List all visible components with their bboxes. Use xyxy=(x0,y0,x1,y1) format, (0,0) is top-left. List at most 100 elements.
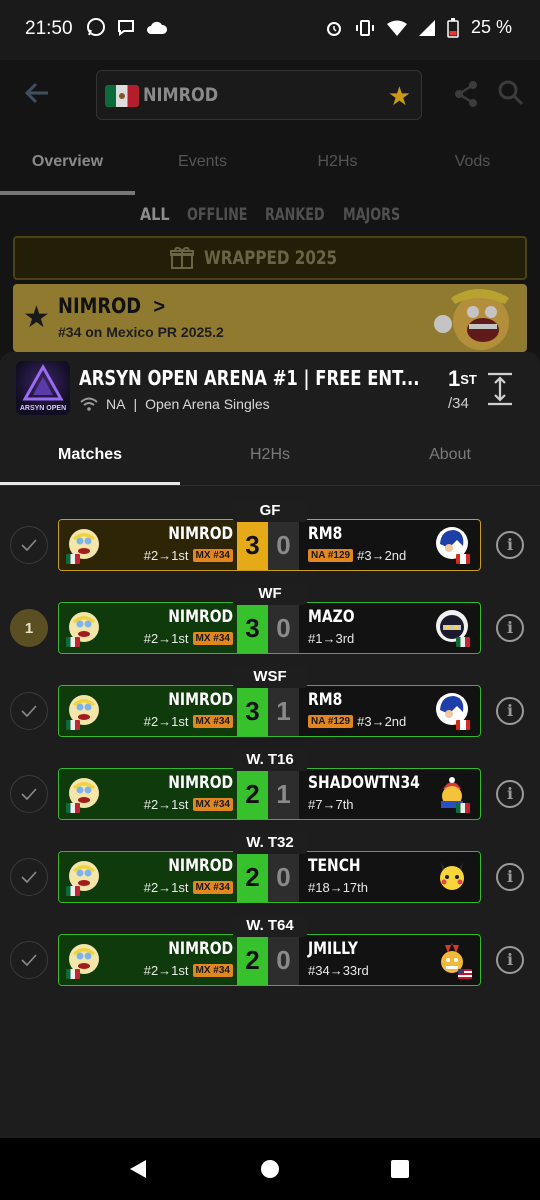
check-icon xyxy=(21,539,37,551)
search-icon[interactable] xyxy=(498,80,524,106)
tab-h2hs[interactable]: H2Hs xyxy=(270,153,405,171)
tab-overview[interactable]: Overview xyxy=(0,153,135,171)
expand-icon[interactable] xyxy=(487,372,513,406)
opponent-seed: NA #129 #3→2nd xyxy=(308,714,406,729)
match-status-indicator[interactable] xyxy=(10,858,48,896)
filter-all[interactable]: ALL xyxy=(140,205,170,225)
tab-events[interactable]: Events xyxy=(135,153,270,171)
player-flag-icon xyxy=(66,886,80,896)
status-bar: 21:50 25 % xyxy=(0,0,540,60)
opponent-name: SHADOWTN34 xyxy=(308,773,420,793)
info-icon[interactable]: i xyxy=(496,780,524,808)
match-row[interactable]: W. T32 NIMROD #2→1st MX #34 2 0 TENCH #1… xyxy=(0,832,540,903)
opponent-name: MAZO xyxy=(308,607,355,627)
share-icon[interactable] xyxy=(452,80,480,108)
favorite-star-icon[interactable]: ★ xyxy=(388,83,411,109)
match-card[interactable]: NIMROD #2→1st MX #34 2 1 SHADOWTN34 #7→7… xyxy=(58,768,481,820)
separator: | xyxy=(133,396,138,412)
sheet-tabs: Matches H2Hs About xyxy=(0,432,540,488)
alarm-icon xyxy=(326,21,341,36)
info-icon[interactable]: i xyxy=(496,614,524,642)
opponent-name: RM8 xyxy=(308,524,343,544)
character-portrait xyxy=(434,289,509,350)
whatsapp-icon xyxy=(87,18,105,36)
sheet-tab-indicator xyxy=(0,482,180,485)
match-card[interactable]: NIMROD #2→1st MX #34 3 0 MAZO #1→3rd xyxy=(58,602,481,654)
recents-nav-icon[interactable] xyxy=(390,1159,410,1179)
match-row[interactable]: GF NIMROD #2→1st MX #34 3 0 RM8 NA #129 xyxy=(0,500,540,571)
tab-vods[interactable]: Vods xyxy=(405,153,540,171)
tab-sheet-h2hs[interactable]: H2Hs xyxy=(180,446,360,464)
player-rank-badge: MX #34 xyxy=(192,798,233,811)
player-search-field[interactable]: NIMROD ★ xyxy=(96,70,422,120)
opponent-seed: NA #129 #3→2nd xyxy=(308,548,406,563)
opponent-flag-icon xyxy=(456,803,470,813)
opponent-score: 1 xyxy=(268,686,299,736)
player-flag-icon xyxy=(66,803,80,813)
player-side: NIMROD #2→1st MX #34 xyxy=(59,603,237,653)
match-card[interactable]: NIMROD #2→1st MX #34 2 0 JMILLY #34→33rd xyxy=(58,934,481,986)
match-card[interactable]: NIMROD #2→1st MX #34 2 0 TENCH #18→17th xyxy=(58,851,481,903)
player-seed: #2→1st MX #34 xyxy=(144,631,233,646)
match-row[interactable]: WF 1 NIMROD #2→1st MX #34 3 0 MAZO #1→3r… xyxy=(0,583,540,654)
opponent-name: TENCH xyxy=(308,856,361,876)
wrapped-banner[interactable]: WRAPPED 2025 xyxy=(13,236,527,280)
notification-icons xyxy=(86,17,168,37)
player-card[interactable]: ★ NIMROD > #34 on Mexico PR 2025.2 xyxy=(13,284,527,352)
mexico-flag-icon xyxy=(105,85,139,107)
filter-ranked[interactable]: RANKED xyxy=(265,205,325,225)
player-name-header: NIMROD xyxy=(143,84,219,106)
player-flag-icon xyxy=(66,637,80,647)
opponent-name: RM8 xyxy=(308,690,343,710)
player-seed: #2→1st MX #34 xyxy=(144,548,233,563)
opponent-score: 0 xyxy=(268,935,299,985)
round-label: WSF xyxy=(233,666,307,688)
player-page-background: NIMROD ★ Overview Events H2Hs Vods ALL O… xyxy=(0,60,540,360)
match-card[interactable]: NIMROD #2→1st MX #34 3 0 RM8 NA #129 #3→… xyxy=(58,519,481,571)
wrapped-label: WRAPPED 2025 xyxy=(203,247,337,269)
chevron-right-icon: > xyxy=(153,296,165,318)
check-icon xyxy=(21,871,37,883)
player-name: NIMROD xyxy=(168,773,233,793)
filter-offline[interactable]: OFFLINE xyxy=(187,205,248,225)
info-icon[interactable]: i xyxy=(496,946,524,974)
tab-about[interactable]: About xyxy=(360,446,540,464)
filter-majors[interactable]: MAJORS xyxy=(343,205,400,225)
opponent-seed: #7→7th xyxy=(308,797,354,812)
back-arrow-icon[interactable] xyxy=(22,78,52,108)
match-card[interactable]: NIMROD #2→1st MX #34 3 1 RM8 NA #129 #3→… xyxy=(58,685,481,737)
back-nav-icon[interactable] xyxy=(128,1159,148,1179)
match-row[interactable]: W. T64 NIMROD #2→1st MX #34 2 0 JMILLY #… xyxy=(0,915,540,986)
home-nav-icon[interactable] xyxy=(260,1159,280,1179)
tab-matches[interactable]: Matches xyxy=(0,446,180,464)
match-status-indicator[interactable] xyxy=(10,692,48,730)
info-icon[interactable]: i xyxy=(496,863,524,891)
match-status-indicator[interactable]: 1 xyxy=(10,609,48,647)
match-row[interactable]: W. T16 NIMROD #2→1st MX #34 2 1 SHADOWTN… xyxy=(0,749,540,820)
match-status-indicator[interactable] xyxy=(10,941,48,979)
match-status-indicator[interactable] xyxy=(10,775,48,813)
check-icon xyxy=(21,705,37,717)
match-row[interactable]: WSF NIMROD #2→1st MX #34 3 1 RM8 NA #129 xyxy=(0,666,540,737)
match-status-indicator[interactable] xyxy=(10,526,48,564)
battery-percent: 25 % xyxy=(470,17,512,37)
battery-icon xyxy=(447,17,459,38)
tournament-subtitle: NA | Open Arena Singles xyxy=(80,396,270,412)
opponent-flag-icon xyxy=(456,637,470,647)
main-tabs: Overview Events H2Hs Vods xyxy=(0,135,540,195)
player-score: 2 xyxy=(237,935,268,985)
player-score: 3 xyxy=(237,520,268,570)
player-name: NIMROD xyxy=(168,856,233,876)
player-seed: #2→1st MX #34 xyxy=(144,714,233,729)
player-score: 2 xyxy=(237,769,268,819)
opponent-rank-badge: NA #129 xyxy=(308,549,354,562)
system-nav-bar xyxy=(0,1138,540,1200)
player-side: NIMROD #2→1st MX #34 xyxy=(59,769,237,819)
player-side: NIMROD #2→1st MX #34 xyxy=(59,686,237,736)
online-wifi-icon xyxy=(80,397,98,411)
info-icon[interactable]: i xyxy=(496,531,524,559)
opponent-rank-badge: NA #129 xyxy=(308,715,354,728)
opponent-score: 1 xyxy=(268,769,299,819)
info-icon[interactable]: i xyxy=(496,697,524,725)
player-side: NIMROD #2→1st MX #34 xyxy=(59,935,237,985)
